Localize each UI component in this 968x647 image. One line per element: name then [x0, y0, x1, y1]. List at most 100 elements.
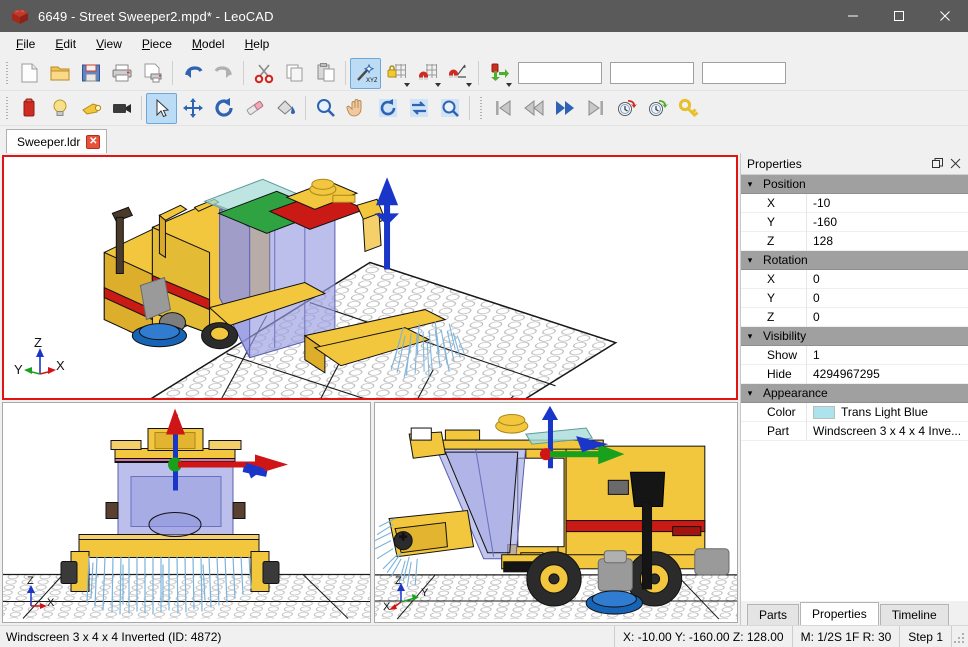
select-cursor-icon[interactable]: [146, 93, 177, 124]
minimize-button[interactable]: [830, 0, 876, 32]
menu-view[interactable]: View: [86, 34, 132, 54]
magic-wand-xyz-icon[interactable]: XYZ: [350, 58, 381, 89]
toolbar-separator: [141, 96, 142, 120]
chevron-down-icon[interactable]: [466, 83, 472, 87]
redo-icon[interactable]: [208, 58, 239, 89]
tab-close-icon[interactable]: ✕: [86, 135, 100, 149]
zoom-magnifier-icon[interactable]: [310, 93, 341, 124]
first-step-icon[interactable]: [487, 93, 518, 124]
property-value[interactable]: -160: [807, 215, 968, 229]
menu-model[interactable]: Model: [182, 34, 235, 54]
property-row-position-z[interactable]: Z 128: [741, 232, 968, 251]
new-file-icon[interactable]: [13, 58, 44, 89]
snap-angle-icon[interactable]: [443, 58, 474, 89]
property-value[interactable]: 0: [807, 310, 968, 324]
float-dock-icon[interactable]: [929, 156, 945, 172]
property-group-visibility[interactable]: ▾ Visibility: [741, 327, 968, 346]
insert-step-icon[interactable]: [611, 93, 642, 124]
property-row-hide[interactable]: Hide 4294967295: [741, 365, 968, 384]
chevron-down-icon[interactable]: ▾: [741, 255, 759, 266]
delete-brick-icon[interactable]: [13, 93, 44, 124]
undo-icon[interactable]: [177, 58, 208, 89]
camera-icon[interactable]: [106, 93, 137, 124]
pan-hand-icon[interactable]: [341, 93, 372, 124]
light-bulb-icon[interactable]: [44, 93, 75, 124]
property-group-position[interactable]: ▾ Position: [741, 175, 968, 194]
toolbar-grip[interactable]: [3, 60, 11, 86]
property-row-color[interactable]: Color Trans Light Blue: [741, 403, 968, 422]
color-name: Trans Light Blue: [841, 405, 928, 419]
toolbar-separator: [469, 96, 470, 120]
save-icon[interactable]: [75, 58, 106, 89]
transform-parts-icon[interactable]: [483, 58, 514, 89]
property-row-rotation-x[interactable]: X 0: [741, 270, 968, 289]
property-row-rotation-y[interactable]: Y 0: [741, 289, 968, 308]
front-viewport[interactable]: Z X: [2, 402, 371, 623]
chevron-down-icon[interactable]: [404, 83, 410, 87]
print-icon[interactable]: [106, 58, 137, 89]
property-value[interactable]: 1: [807, 348, 968, 362]
remove-step-icon[interactable]: [642, 93, 673, 124]
print-preview-icon[interactable]: [137, 58, 168, 89]
chevron-down-icon[interactable]: [435, 83, 441, 87]
document-tab-sweeper[interactable]: Sweeper.ldr ✕: [6, 129, 107, 153]
spotlight-icon[interactable]: [75, 93, 106, 124]
chevron-down-icon[interactable]: [506, 83, 512, 87]
resize-grip-icon[interactable]: [952, 626, 968, 647]
key-icon[interactable]: [673, 93, 704, 124]
menu-edit[interactable]: Edit: [45, 34, 86, 54]
copy-icon[interactable]: [279, 58, 310, 89]
cut-scissors-icon[interactable]: [248, 58, 279, 89]
close-dock-icon[interactable]: [947, 156, 963, 172]
property-value[interactable]: 0: [807, 272, 968, 286]
property-row-rotation-z[interactable]: Z 0: [741, 308, 968, 327]
tab-timeline[interactable]: Timeline: [880, 604, 949, 625]
move-icon[interactable]: [177, 93, 208, 124]
maximize-button[interactable]: [876, 0, 922, 32]
property-group-rotation[interactable]: ▾ Rotation: [741, 251, 968, 270]
close-button[interactable]: [922, 0, 968, 32]
transform-y-field[interactable]: [610, 62, 694, 84]
snap-grid-icon[interactable]: [412, 58, 443, 89]
toolbar-grip[interactable]: [3, 95, 11, 121]
roll-icon[interactable]: [403, 93, 434, 124]
eraser-icon[interactable]: [239, 93, 270, 124]
property-value[interactable]: 4294967295: [807, 367, 968, 381]
chevron-down-icon[interactable]: ▾: [741, 388, 759, 399]
property-value[interactable]: 128: [807, 234, 968, 248]
tab-properties[interactable]: Properties: [800, 602, 879, 625]
rotate-icon[interactable]: [208, 93, 239, 124]
transform-x-field[interactable]: [518, 62, 602, 84]
property-row-part[interactable]: Part Windscreen 3 x 4 x 4 Inve...: [741, 422, 968, 441]
open-folder-icon[interactable]: [44, 58, 75, 89]
property-value[interactable]: -10: [807, 196, 968, 210]
property-value[interactable]: 0: [807, 291, 968, 305]
property-value-color[interactable]: Trans Light Blue: [807, 405, 968, 419]
perspective-viewport[interactable]: Z Y X: [2, 155, 738, 400]
window-title: 6649 - Street Sweeper2.mpd* - LeoCAD: [38, 9, 274, 24]
lock-grid-icon[interactable]: [381, 58, 412, 89]
document-tab-bar: Sweeper.ldr ✕: [0, 126, 968, 153]
last-step-icon[interactable]: [580, 93, 611, 124]
paste-icon[interactable]: [310, 58, 341, 89]
menu-file[interactable]: FFileile: [6, 34, 45, 54]
chevron-down-icon[interactable]: ▾: [741, 331, 759, 342]
side-viewport[interactable]: Z Y X: [374, 402, 738, 623]
orbit-icon[interactable]: [372, 93, 403, 124]
property-group-appearance[interactable]: ▾ Appearance: [741, 384, 968, 403]
toolbar-grip[interactable]: [477, 95, 485, 121]
property-row-position-y[interactable]: Y -160: [741, 213, 968, 232]
color-swatch[interactable]: [813, 406, 835, 419]
next-step-icon[interactable]: [549, 93, 580, 124]
paint-bucket-icon[interactable]: [270, 93, 301, 124]
menu-help[interactable]: Help: [235, 34, 280, 54]
property-value[interactable]: Windscreen 3 x 4 x 4 Inve...: [807, 424, 968, 438]
menu-piece[interactable]: Piece: [132, 34, 182, 54]
zoom-region-icon[interactable]: [434, 93, 465, 124]
property-row-show[interactable]: Show 1: [741, 346, 968, 365]
chevron-down-icon[interactable]: ▾: [741, 179, 759, 190]
previous-step-icon[interactable]: [518, 93, 549, 124]
tab-parts[interactable]: Parts: [747, 604, 799, 625]
property-row-position-x[interactable]: X -10: [741, 194, 968, 213]
transform-z-field[interactable]: [702, 62, 786, 84]
